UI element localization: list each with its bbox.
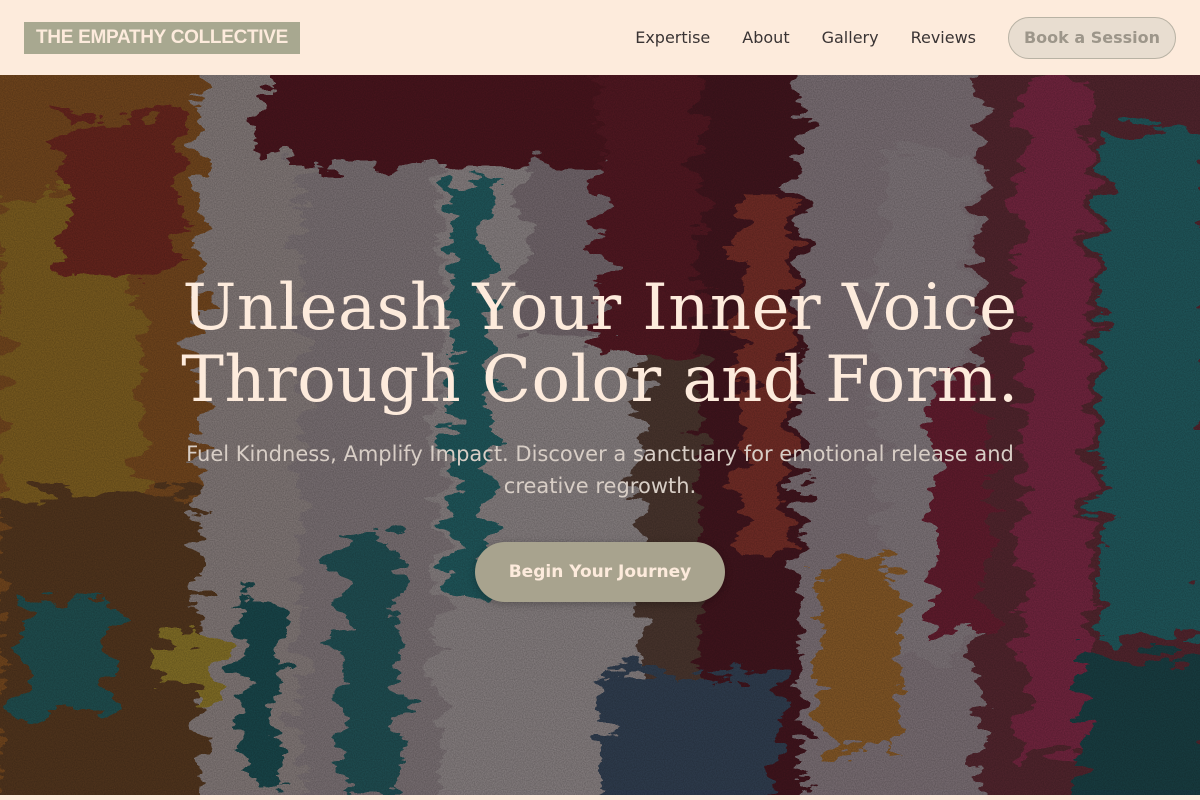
nav-link-gallery[interactable]: Gallery [822, 28, 879, 47]
book-session-button[interactable]: Book a Session [1008, 16, 1176, 59]
site-logo[interactable]: THE EMPATHY COLLECTIVE [24, 21, 301, 54]
nav-link-about[interactable]: About [742, 28, 789, 47]
begin-journey-button[interactable]: Begin Your Journey [475, 542, 725, 602]
main-nav: Expertise About Gallery Reviews Book a S… [603, 16, 1176, 59]
hero-section: Unleash Your Inner Voice Through Color a… [0, 75, 1200, 800]
hero-title: Unleash Your Inner Voice Through Color a… [181, 271, 1019, 417]
hero-content: Unleash Your Inner Voice Through Color a… [0, 75, 1200, 800]
site-header: THE EMPATHY COLLECTIVE Expertise About G… [0, 0, 1200, 75]
nav-link-reviews[interactable]: Reviews [911, 28, 976, 47]
bottom-divider [0, 795, 1200, 800]
nav-link-expertise[interactable]: Expertise [635, 28, 710, 47]
hero-subtitle: Fuel Kindness, Amplify Impact. Discover … [186, 442, 1014, 498]
